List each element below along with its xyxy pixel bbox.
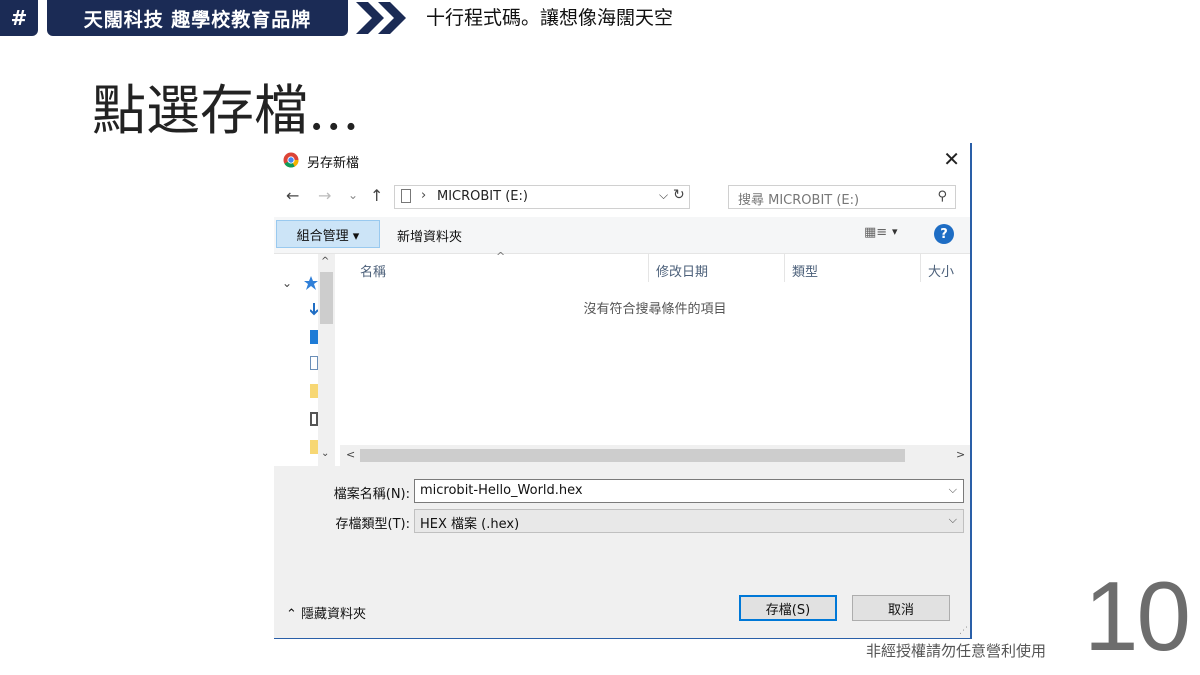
close-icon[interactable]: ✕ xyxy=(943,147,960,171)
file-name-label: 檔案名稱(N): xyxy=(333,487,410,502)
breadcrumb-separator-icon: › xyxy=(421,188,427,203)
usb-drive-icon xyxy=(401,189,411,203)
help-icon[interactable]: ? xyxy=(934,224,954,244)
save-as-dialog: 另存新檔 ✕ ← → ⌄ ↑ › MICROBIT (E:) ⌵ ↻ 搜尋 MI… xyxy=(274,143,972,639)
desktop-icon[interactable] xyxy=(310,330,318,344)
dialog-toolbar: 組合管理 ▾ 新增資料夾 ▦≡ ▾ ? xyxy=(274,217,970,254)
quick-access-star-icon[interactable] xyxy=(304,276,318,290)
column-header-type[interactable]: 類型 xyxy=(792,261,818,280)
footer-note: 非經授權請勿任意營利使用 xyxy=(866,642,1047,660)
file-name-input[interactable]: microbit-Hello_World.hex ⌵ xyxy=(414,479,964,503)
column-divider[interactable] xyxy=(784,254,785,282)
scroll-left-icon[interactable]: < xyxy=(346,448,355,461)
forward-arrow-icon[interactable]: → xyxy=(318,186,331,205)
column-divider[interactable] xyxy=(648,254,649,282)
chrome-icon xyxy=(283,152,299,168)
refresh-icon[interactable]: ↻ xyxy=(673,187,685,203)
dialog-titlebar: 另存新檔 ✕ xyxy=(274,143,970,177)
resize-grip-icon[interactable]: ⋰ xyxy=(959,626,968,636)
column-header-date[interactable]: 修改日期 xyxy=(656,261,708,280)
view-dropdown-icon[interactable]: ▾ xyxy=(892,225,898,238)
hash-tag: # xyxy=(0,0,38,36)
chevron-down-icon[interactable]: ⌵ xyxy=(949,513,957,527)
dialog-content: ⌄ ^ ⌄ ^ 名稱 修改日期 類型 大小 沒有符合搜尋條件的項目 < > xyxy=(274,250,970,466)
back-arrow-icon[interactable]: ← xyxy=(286,186,299,205)
scroll-up-icon[interactable]: ^ xyxy=(321,256,329,267)
chevron-arrows-icon xyxy=(356,2,406,34)
save-button[interactable]: 存檔(S) xyxy=(739,595,837,621)
page-number: 10 xyxy=(1084,561,1191,671)
address-dropdown-icon[interactable]: ⌵ xyxy=(659,188,668,203)
slogan: 十行程式碼。讓想像海闊天空 xyxy=(426,7,674,29)
column-header-name[interactable]: 名稱 xyxy=(360,261,386,280)
brand-tag: 天闊科技 趣學校教育品牌 xyxy=(47,0,348,36)
search-placeholder: 搜尋 MICROBIT (E:) xyxy=(738,193,860,208)
scroll-down-icon[interactable]: ⌄ xyxy=(321,448,329,459)
empty-message: 沒有符合搜尋條件的項目 xyxy=(583,302,727,317)
view-options-icon[interactable]: ▦≡ xyxy=(864,225,887,240)
downloads-icon[interactable] xyxy=(309,302,319,316)
search-input[interactable]: 搜尋 MICROBIT (E:) ⚲ xyxy=(728,185,956,209)
vertical-scrollbar[interactable]: ^ ⌄ xyxy=(318,254,335,466)
column-header-size[interactable]: 大小 xyxy=(928,261,954,280)
file-type-select[interactable]: HEX 檔案 (.hex) ⌵ xyxy=(414,509,964,533)
cancel-button[interactable]: 取消 xyxy=(852,595,950,621)
page-title: 點選存檔... xyxy=(92,79,360,142)
organize-button[interactable]: 組合管理 ▾ xyxy=(276,220,380,248)
file-list: ^ 名稱 修改日期 類型 大小 沒有符合搜尋條件的項目 < > xyxy=(340,250,970,466)
hide-folders-toggle[interactable]: ⌃ 隱藏資料夾 xyxy=(286,603,366,622)
pictures-icon[interactable] xyxy=(310,412,318,426)
column-divider[interactable] xyxy=(920,254,921,282)
chevron-down-icon[interactable]: ⌵ xyxy=(949,483,957,497)
folder-icon[interactable] xyxy=(310,440,318,454)
scroll-right-icon[interactable]: > xyxy=(956,448,965,461)
horizontal-scrollbar[interactable]: < > xyxy=(340,445,970,466)
new-folder-button[interactable]: 新增資料夾 xyxy=(397,226,462,245)
file-name-value[interactable]: microbit-Hello_World.hex xyxy=(420,483,583,498)
address-bar[interactable]: › MICROBIT (E:) ⌵ ↻ xyxy=(394,185,690,209)
file-type-label: 存檔類型(T): xyxy=(335,517,410,532)
navigation-bar: ← → ⌄ ↑ › MICROBIT (E:) ⌵ ↻ 搜尋 MICROBIT … xyxy=(274,177,970,217)
recent-locations-icon[interactable]: ⌄ xyxy=(348,188,358,202)
sort-caret-icon: ^ xyxy=(496,250,506,263)
folder-icon[interactable] xyxy=(310,384,318,398)
address-path[interactable]: MICROBIT (E:) xyxy=(437,189,528,204)
scroll-thumb[interactable] xyxy=(360,449,905,462)
navigation-pane: ⌄ ^ ⌄ xyxy=(274,254,338,466)
file-type-value[interactable]: HEX 檔案 (.hex) xyxy=(420,513,519,532)
dialog-title: 另存新檔 xyxy=(307,156,360,171)
expand-chevron-icon[interactable]: ⌄ xyxy=(282,276,292,290)
up-arrow-icon[interactable]: ↑ xyxy=(370,186,383,205)
scroll-thumb[interactable] xyxy=(320,272,333,324)
search-icon[interactable]: ⚲ xyxy=(937,189,947,204)
documents-icon[interactable] xyxy=(310,356,318,370)
